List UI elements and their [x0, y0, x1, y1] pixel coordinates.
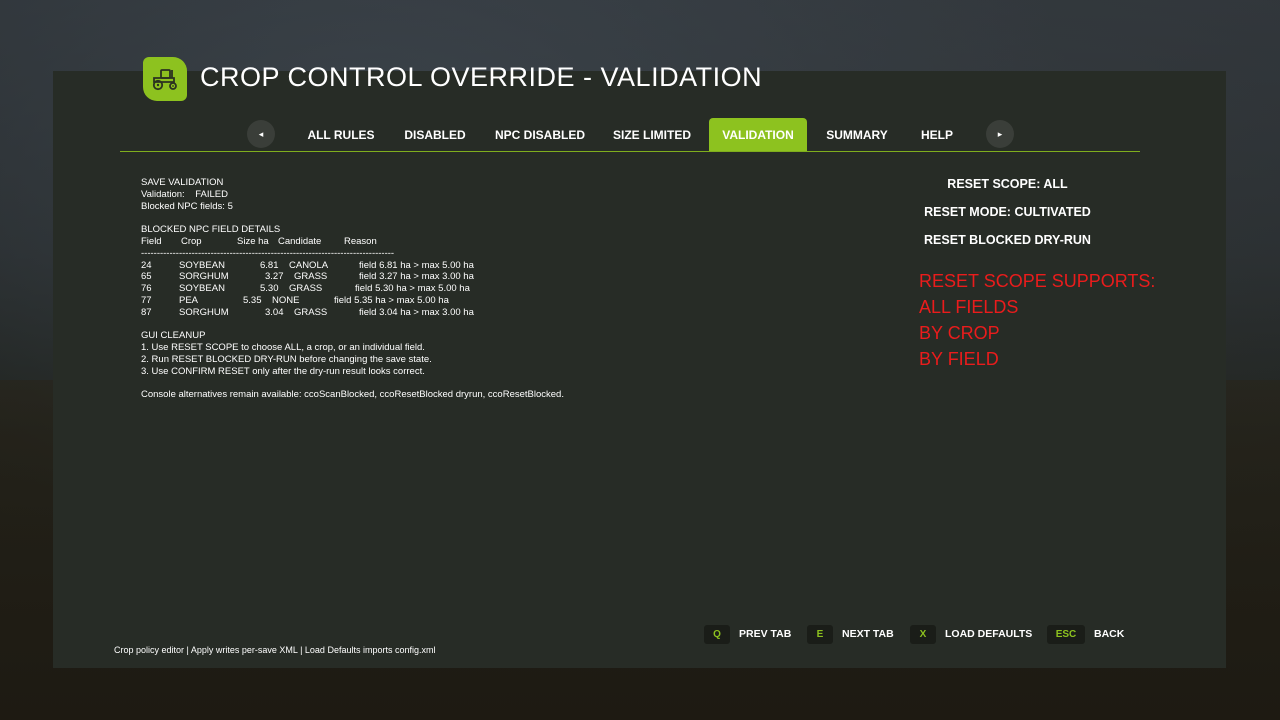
tab-bar: ◂ ALL RULES DISABLED NPC DISABLED SIZE L… [120, 118, 1140, 152]
hint-label: LOAD DEFAULTS [945, 628, 1033, 640]
reset-scope-button[interactable]: RESET SCOPE: ALL [905, 170, 1110, 198]
save-validation-heading: SAVE VALIDATION [141, 177, 224, 188]
hint-label: NEXT TAB [842, 628, 894, 640]
prev-tab-arrow-icon[interactable]: ◂ [247, 120, 275, 148]
key-e-badge: E [807, 624, 833, 644]
tab-npc-disabled[interactable]: NPC DISABLED [486, 118, 594, 151]
list-item: 1. Use RESET SCOPE to choose ALL, a crop… [141, 342, 425, 354]
blocked-count: Blocked NPC fields: 5 [141, 200, 233, 212]
load-defaults-hint[interactable]: X LOAD DEFAULTS [910, 624, 1032, 644]
hint-label: BACK [1094, 628, 1125, 640]
reset-actions: RESET SCOPE: ALL RESET MODE: CULTIVATED … [905, 170, 1110, 254]
validation-report: SAVE VALIDATION Validation: FAILED Block… [141, 177, 701, 401]
tab-size-limited[interactable]: SIZE LIMITED [602, 118, 702, 151]
tab-disabled[interactable]: DISABLED [392, 118, 478, 151]
tab-validation[interactable]: VALIDATION [709, 118, 807, 151]
key-esc-badge: ESC [1047, 624, 1085, 644]
cleanup-heading: GUI CLEANUP [141, 330, 206, 342]
tab-underline [120, 151, 1140, 152]
key-q-badge: Q [704, 624, 730, 644]
tab-all-rules[interactable]: ALL RULES [298, 118, 384, 151]
table-row: 76 SOYBEAN 5.30 GRASS field 5.30 ha > ma… [141, 283, 470, 295]
table-row: 77 PEA 5.35 NONE field 5.35 ha > max 5.0… [141, 294, 449, 306]
reset-dry-run-button[interactable]: RESET BLOCKED DRY-RUN [905, 226, 1110, 254]
column-header: Candidate [278, 235, 322, 247]
column-header: Reason [344, 235, 377, 247]
table-row: 65 SORGHUM 3.27 GRASS field 3.27 ha > ma… [141, 271, 474, 283]
column-header: Crop [181, 235, 202, 247]
tractor-icon [143, 57, 187, 101]
tab-summary[interactable]: SUMMARY [817, 118, 897, 151]
tab-help[interactable]: HELP [905, 118, 969, 151]
next-tab-hint[interactable]: E NEXT TAB [807, 624, 894, 644]
prev-tab-hint[interactable]: Q PREV TAB [704, 624, 791, 644]
note-line: ALL FIELDS [919, 297, 1019, 317]
page-title: CROP CONTROL OVERRIDE - VALIDATION [200, 62, 763, 92]
key-x-badge: X [910, 624, 936, 644]
reset-mode-button[interactable]: RESET MODE: CULTIVATED [905, 198, 1110, 226]
table-row: 24 SOYBEAN 6.81 CANOLA field 6.81 ha > m… [141, 259, 474, 271]
console-note: Console alternatives remain available: c… [141, 389, 564, 401]
next-tab-arrow-icon[interactable]: ▸ [986, 120, 1014, 148]
table-row: 87 SORGHUM 3.04 GRASS field 3.04 ha > ma… [141, 306, 474, 318]
note-line: RESET SCOPE SUPPORTS: [919, 271, 1156, 291]
table-separator: ----------------------------------------… [141, 247, 395, 259]
validation-status: Validation: FAILED [141, 188, 228, 200]
table-header: Field Crop Size ha Candidate Reason [141, 236, 701, 248]
note-line: BY CROP [919, 323, 1000, 343]
footer-info: Crop policy editor | Apply writes per-sa… [114, 645, 436, 655]
reset-scope-notes: RESET SCOPE SUPPORTS: ALL FIELDS BY CROP… [919, 268, 1155, 372]
list-item: 2. Run RESET BLOCKED DRY-RUN before chan… [141, 353, 432, 365]
list-item: 3. Use CONFIRM RESET only after the dry-… [141, 365, 425, 377]
column-header: Field [141, 235, 162, 247]
back-hint[interactable]: ESC BACK [1047, 624, 1124, 644]
hint-label: PREV TAB [739, 628, 792, 640]
note-line: BY FIELD [919, 349, 999, 369]
details-heading: BLOCKED NPC FIELD DETAILS [141, 224, 281, 236]
column-header: Size ha [237, 235, 269, 247]
